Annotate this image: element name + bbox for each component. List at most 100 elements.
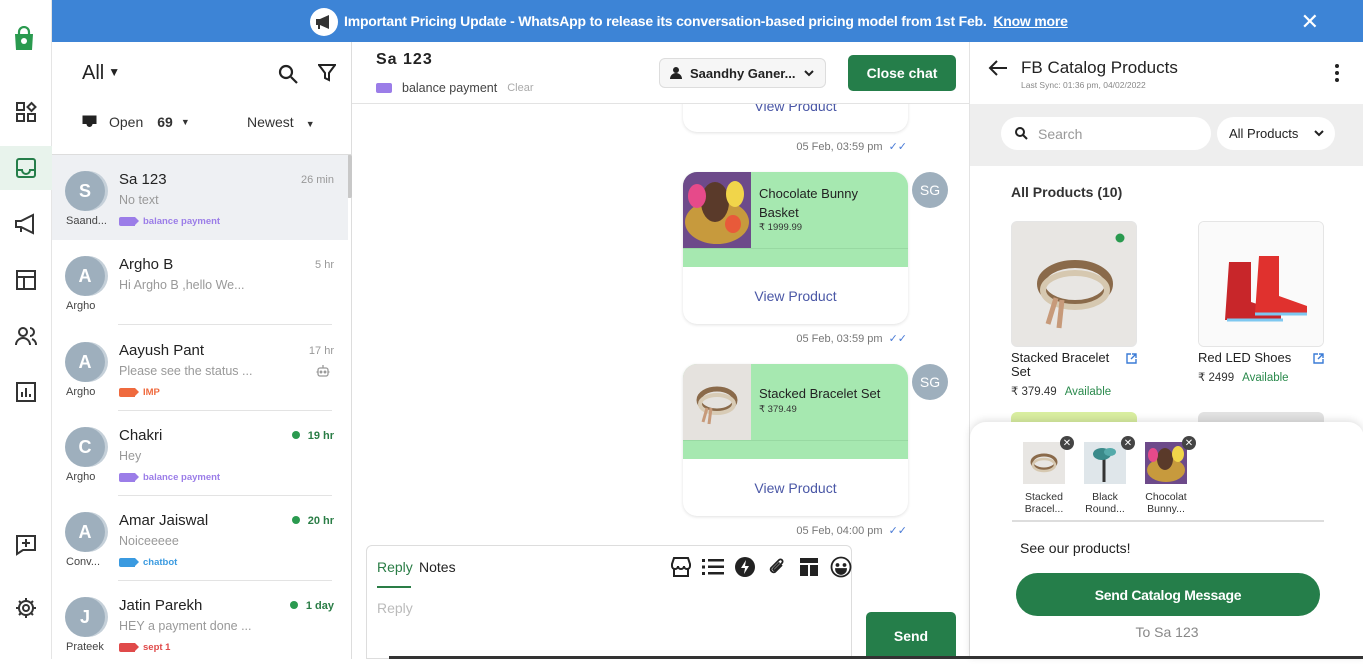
product-card[interactable]: Stacked Bracelet Set ₹ 379.49 Available bbox=[1011, 221, 1161, 398]
contact-name: Sa 123 bbox=[376, 51, 433, 68]
timestamp: 20 hr bbox=[291, 515, 334, 527]
view-product-button[interactable]: View Product bbox=[683, 459, 908, 516]
timestamp: 1 day bbox=[289, 600, 334, 612]
megaphone-icon bbox=[310, 8, 338, 36]
agent-name: Prateek bbox=[66, 641, 104, 653]
tag-icon bbox=[376, 83, 392, 93]
contact-name: Jatin Parekh bbox=[119, 597, 203, 614]
avatar: A bbox=[65, 256, 105, 296]
close-chat-button[interactable]: Close chat bbox=[848, 55, 956, 91]
close-icon[interactable]: ✕ bbox=[1301, 9, 1319, 35]
product-price: ₹ 379.49 Available bbox=[1011, 386, 1112, 398]
product-image bbox=[1198, 221, 1324, 347]
tag-badge: balance payment bbox=[119, 216, 220, 227]
caret-down-icon: ▼ bbox=[180, 117, 190, 127]
product-message: Chocolate Bunny Basket ₹ 1999.99 View Pr… bbox=[683, 172, 908, 324]
conversation-item[interactable]: A Argho Aayush Pant 17 hr Please see the… bbox=[52, 326, 348, 411]
avatar: A bbox=[65, 512, 105, 552]
conversation-item[interactable]: A Conv... Amar Jaiswal 20 hr Noiceeeee c… bbox=[52, 496, 348, 581]
tag-icon bbox=[119, 473, 139, 482]
analytics-icon[interactable] bbox=[0, 370, 52, 414]
emoji-icon[interactable] bbox=[829, 555, 853, 579]
last-sync: Last Sync: 01:36 pm, 04/02/2022 bbox=[1021, 80, 1146, 90]
conversation-item[interactable]: J Prateek Jatin Parekh 1 day HEY a payme… bbox=[52, 581, 348, 666]
chat-panel: Sa 123 balance payment Clear Saandhy Gan… bbox=[352, 42, 969, 659]
know-more-link[interactable]: Know more bbox=[993, 13, 1068, 29]
agent-name: Conv... bbox=[66, 556, 101, 568]
conversation-list: All ▼ Open 69 ▼ Newest ▼ S Saand... Sa 123… bbox=[52, 42, 352, 659]
tag-icon bbox=[119, 558, 139, 567]
product-image bbox=[683, 172, 751, 248]
pricing-banner: Important Pricing Update - WhatsApp to r… bbox=[52, 0, 1363, 42]
clear-tag-button[interactable]: Clear bbox=[507, 82, 533, 94]
catalog-search-input[interactable]: Search bbox=[1001, 117, 1211, 150]
tab-notes[interactable]: Notes bbox=[419, 559, 456, 575]
external-link-icon[interactable] bbox=[1126, 351, 1137, 369]
settings-icon[interactable] bbox=[0, 586, 52, 630]
status-dropdown[interactable]: Open 69 ▼ bbox=[82, 114, 190, 130]
product-thumbnail bbox=[1023, 442, 1065, 484]
catalog-toolbar: Search All Products bbox=[970, 104, 1363, 166]
view-product-button[interactable]: View Product bbox=[683, 267, 908, 324]
feedback-icon[interactable] bbox=[0, 523, 52, 567]
assignee-dropdown[interactable]: Saandhy Ganer... bbox=[659, 58, 826, 88]
timestamp: 5 hr bbox=[315, 259, 334, 271]
template-icon[interactable] bbox=[0, 258, 52, 302]
selected-item-label: Black Round... bbox=[1085, 491, 1125, 515]
caret-down-icon: ▼ bbox=[305, 119, 315, 129]
tag-icon bbox=[119, 388, 139, 397]
conversation-item[interactable]: C Argho Chakri 19 hr Hey balance payment bbox=[52, 411, 348, 496]
search-icon[interactable] bbox=[278, 64, 298, 89]
online-dot bbox=[289, 601, 298, 609]
send-button[interactable]: Send bbox=[866, 612, 956, 659]
agent-name: Argho bbox=[66, 471, 96, 483]
selected-item: ✕ Black Round... bbox=[1084, 436, 1135, 515]
product-name: Stacked Bracelet Set bbox=[1011, 350, 1110, 379]
more-options-icon[interactable] bbox=[1335, 64, 1339, 87]
message-timestamp: 05 Feb, 03:59 pm ✓✓ bbox=[796, 333, 907, 345]
template-icon[interactable] bbox=[797, 555, 821, 579]
product-card[interactable]: Red LED Shoes ₹ 2499 Available bbox=[1198, 221, 1348, 384]
agent-name: Argho bbox=[66, 386, 96, 398]
contacts-icon[interactable] bbox=[0, 314, 52, 358]
attachment-icon[interactable] bbox=[765, 555, 789, 579]
remove-icon[interactable]: ✕ bbox=[1121, 436, 1135, 450]
product-filter-dropdown[interactable]: All Products bbox=[1217, 117, 1335, 150]
inbox-icon[interactable] bbox=[0, 146, 52, 190]
message-preview: No text bbox=[119, 193, 159, 207]
list-icon[interactable] bbox=[701, 555, 725, 579]
avatar: A bbox=[65, 342, 105, 382]
external-link-icon[interactable] bbox=[1313, 351, 1324, 369]
product-title: Stacked Bracelet Set bbox=[759, 386, 881, 401]
tag-badge: chatbot bbox=[119, 557, 177, 568]
inbox-small-icon bbox=[82, 115, 97, 129]
sort-dropdown[interactable]: Newest ▼ bbox=[247, 114, 315, 130]
tab-reply[interactable]: Reply bbox=[377, 559, 413, 588]
broadcast-icon[interactable] bbox=[0, 202, 52, 246]
product-title: Chocolate Bunny Basket bbox=[759, 186, 859, 220]
catalog-icon[interactable] bbox=[669, 555, 693, 579]
back-arrow-icon[interactable] bbox=[988, 59, 1008, 82]
filter-dropdown[interactable]: All ▼ bbox=[82, 62, 120, 85]
conversation-item[interactable]: S Saand... Sa 123 26 min No text balance… bbox=[52, 155, 348, 240]
product-thumbnail bbox=[1145, 442, 1187, 484]
status-label: Open bbox=[109, 114, 144, 130]
contact-name: Amar Jaiswal bbox=[119, 512, 209, 529]
reply-input[interactable]: Reply bbox=[377, 600, 413, 616]
conversation-item[interactable]: A Argho Argho B 5 hr Hi Argho B ,hello W… bbox=[52, 240, 348, 325]
message-preview: Noiceeeee bbox=[119, 534, 179, 548]
catalog-message-text[interactable]: See our products! bbox=[1020, 540, 1131, 556]
online-dot bbox=[291, 431, 300, 439]
dashboard-icon[interactable] bbox=[0, 90, 52, 134]
double-check-icon: ✓✓ bbox=[888, 141, 907, 153]
online-dot bbox=[291, 516, 300, 524]
remove-icon[interactable]: ✕ bbox=[1182, 436, 1196, 450]
selected-item: ✕ Chocolat Bunny... bbox=[1145, 436, 1196, 515]
sender-avatar: SG bbox=[912, 172, 948, 208]
bag-logo-icon[interactable] bbox=[12, 25, 36, 52]
filter-icon[interactable] bbox=[317, 64, 337, 87]
conversation-tag: balance payment Clear bbox=[376, 81, 534, 95]
quick-reply-icon[interactable] bbox=[733, 555, 757, 579]
send-catalog-message-button[interactable]: Send Catalog Message bbox=[1016, 573, 1320, 616]
remove-icon[interactable]: ✕ bbox=[1060, 436, 1074, 450]
